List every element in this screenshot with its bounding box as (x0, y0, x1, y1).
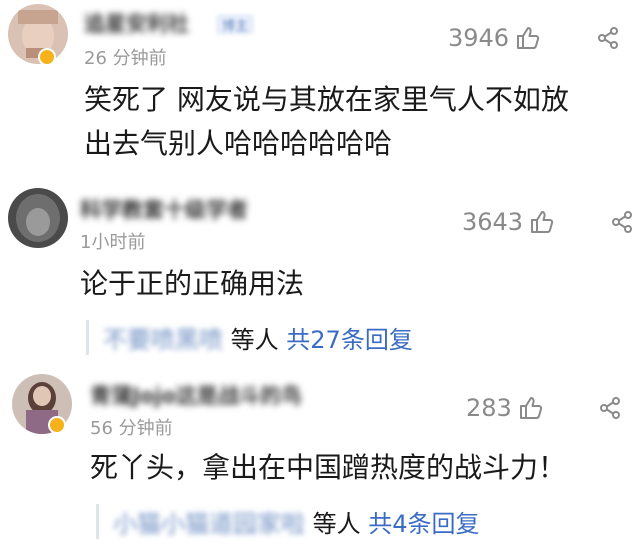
reply-middle-text: 等人 (230, 326, 279, 354)
share-button[interactable] (598, 396, 622, 424)
reply-middle-text: 等人 (312, 510, 361, 538)
comment-text: 死丫头，拿出在中国蹭热度的战斗力！ (90, 446, 566, 490)
reply-names[interactable]: 小猫小猫道园家啦 (113, 510, 305, 538)
comment-text: 论于正的正确用法 (80, 262, 304, 306)
thumbs-up-icon (519, 397, 542, 419)
username[interactable]: 青蒲Jojo这是战斗的鸟 (90, 380, 302, 410)
reply-total-link[interactable]: 共4条回复 (368, 510, 479, 538)
username[interactable]: 科学教套十级学者 (80, 194, 248, 224)
share-button[interactable] (596, 26, 620, 54)
verified-badge-icon (48, 416, 66, 434)
user-tag: 博主 (216, 14, 255, 35)
like-count: 283 (466, 394, 512, 422)
comment-time: 56 分钟前 (90, 418, 173, 439)
reply-names[interactable]: 不要喷黑喷 (103, 326, 223, 354)
comment-time: 26 分钟前 (84, 48, 167, 69)
comment-1: 追星安利社 博主 26 分钟前 3946 笑死了 网友说与其放在家里气人不如放 … (0, 0, 644, 180)
reply-total-link[interactable]: 共27条回复 (286, 326, 413, 354)
comment-text-line: 笑死了 网友说与其放在家里气人不如放 (84, 83, 569, 116)
comment-text-line: 出去气别人哈哈哈哈哈哈 (84, 127, 393, 160)
comment-3: 青蒲Jojo这是战斗的鸟 56 分钟前 283 死丫头，拿出在中国蹭热度的战斗力… (0, 366, 644, 558)
reply-summary[interactable]: 不要喷黑喷 等人 共27条回复 (86, 320, 413, 355)
reply-summary[interactable]: 小猫小猫道园家啦 等人 共4条回复 (96, 504, 480, 539)
comment-text: 笑死了 网友说与其放在家里气人不如放 出去气别人哈哈哈哈哈哈 (84, 78, 569, 166)
username[interactable]: 追星安利社 (84, 8, 189, 38)
thumbs-up-icon (531, 211, 554, 233)
share-icon (598, 27, 618, 49)
comment-time: 1小时前 (80, 232, 146, 253)
like-button[interactable]: 3643 (462, 208, 555, 236)
comment-text-line: 死丫头，拿出在中国蹭热度的战斗力！ (90, 451, 567, 484)
comment-2: 科学教套十级学者 1小时前 3643 论于正的正确用法 不要喷黑喷 等人 共27… (0, 180, 644, 366)
comment-text-line: 论于正的正确用法 (80, 267, 305, 300)
like-count: 3946 (448, 24, 510, 52)
like-count: 3643 (462, 208, 524, 236)
verified-badge-icon (38, 48, 56, 66)
avatar[interactable] (8, 188, 68, 248)
like-button[interactable]: 283 (466, 394, 544, 422)
like-button[interactable]: 3946 (448, 24, 541, 52)
share-button[interactable] (610, 210, 634, 238)
share-icon (612, 211, 632, 233)
thumbs-up-icon (517, 27, 540, 49)
share-icon (600, 397, 620, 419)
